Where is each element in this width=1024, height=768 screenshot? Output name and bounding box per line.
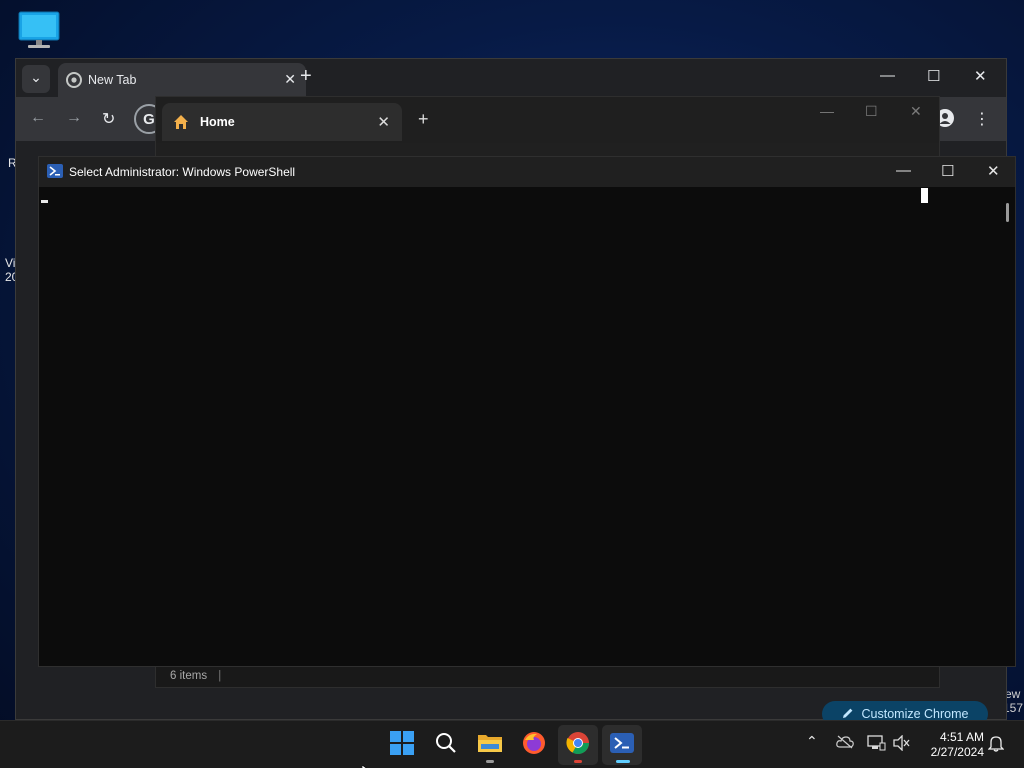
active-indicator <box>616 760 630 763</box>
console-scrollbar[interactable] <box>1006 203 1009 222</box>
minimize-button[interactable]: — <box>880 67 895 84</box>
close-tab-icon[interactable]: ✕ <box>377 113 390 131</box>
tab-title: New Tab <box>88 73 137 87</box>
running-indicator <box>574 760 582 763</box>
powershell-window[interactable]: Select Administrator: Windows PowerShell… <box>38 156 1016 667</box>
minimize-button[interactable]: — <box>896 162 911 179</box>
new-tab-button[interactable]: + <box>300 65 312 88</box>
network-icon[interactable] <box>866 735 886 754</box>
chrome-icon <box>566 731 590 760</box>
file-explorer-taskbar-button[interactable] <box>470 725 510 765</box>
chrome-menu-icon[interactable]: ⋮ <box>974 109 990 129</box>
close-window-button[interactable]: ✕ <box>910 103 922 120</box>
powershell-titlebar[interactable]: Select Administrator: Windows PowerShell… <box>39 157 1015 187</box>
omnibox-letter: G <box>143 110 155 128</box>
home-icon <box>172 113 190 136</box>
volume-muted-icon[interactable] <box>893 734 911 754</box>
mouse-cursor-icon <box>361 760 370 768</box>
close-window-button[interactable]: ✕ <box>974 67 987 85</box>
clock-date: 2/27/2024 <box>930 745 984 759</box>
maximize-button[interactable]: ☐ <box>941 162 954 180</box>
forward-button[interactable]: → <box>66 109 82 127</box>
item-count: 6 items <box>170 670 208 682</box>
tab-new-tab[interactable]: New Tab ✕ <box>58 63 306 97</box>
window-title: Select Administrator: Windows PowerShell <box>69 165 296 179</box>
start-button[interactable] <box>382 725 422 765</box>
close-tab-icon[interactable]: ✕ <box>284 71 296 88</box>
desktop-text-fragment: ew <box>1005 687 1021 701</box>
tab-title: Home <box>200 115 235 129</box>
chevron-up-icon[interactable]: ⌃ <box>806 733 818 750</box>
explorer-titlebar[interactable]: Home ✕ + — ☐ ✕ <box>156 97 939 143</box>
close-window-button[interactable]: ✕ <box>987 162 1000 180</box>
tab-home[interactable]: Home ✕ <box>162 103 402 141</box>
clock[interactable]: 4:51 AM 2/27/2024 <box>914 730 984 760</box>
minimize-button[interactable]: — <box>820 103 834 119</box>
firefox-icon <box>522 731 546 760</box>
search-icon <box>435 732 457 759</box>
console-cursor <box>41 200 48 203</box>
powershell-taskbar-button[interactable] <box>602 725 642 765</box>
notification-bell-icon[interactable] <box>987 734 1005 755</box>
search-button[interactable] <box>426 725 466 765</box>
back-button[interactable]: ← <box>30 109 46 127</box>
status-bar: 6 items | <box>156 665 939 687</box>
folder-icon <box>477 732 503 759</box>
maximize-button[interactable]: ☐ <box>927 67 940 85</box>
this-pc-icon[interactable] <box>16 10 62 52</box>
chrome-tab-icon <box>66 72 82 93</box>
clock-time: 4:51 AM <box>939 730 984 744</box>
chevron-down-icon: ⌄ <box>30 68 42 85</box>
maximize-button[interactable]: ☐ <box>865 103 878 120</box>
desktop-text-fragment: Vi <box>5 256 16 270</box>
onedrive-offline-icon[interactable] <box>836 735 854 752</box>
powershell-icon <box>610 732 634 758</box>
tab-search-button[interactable]: ⌄ <box>22 65 50 93</box>
new-tab-button[interactable]: + <box>418 109 429 130</box>
windows-logo-icon <box>390 730 414 760</box>
console-caret <box>921 188 928 203</box>
customize-label: Customize Chrome <box>861 707 969 721</box>
status-separator: | <box>218 670 222 682</box>
powershell-icon <box>47 164 63 183</box>
running-indicator <box>486 760 494 763</box>
chrome-taskbar-button[interactable] <box>558 725 598 765</box>
firefox-taskbar-button[interactable] <box>514 725 554 765</box>
taskbar: ⌃ 4:51 AM 2/27/2024 <box>0 720 1024 768</box>
chrome-titlebar[interactable]: ⌄ New Tab ✕ + — ☐ ✕ <box>16 59 1006 97</box>
reload-button[interactable]: ↻ <box>102 109 115 129</box>
